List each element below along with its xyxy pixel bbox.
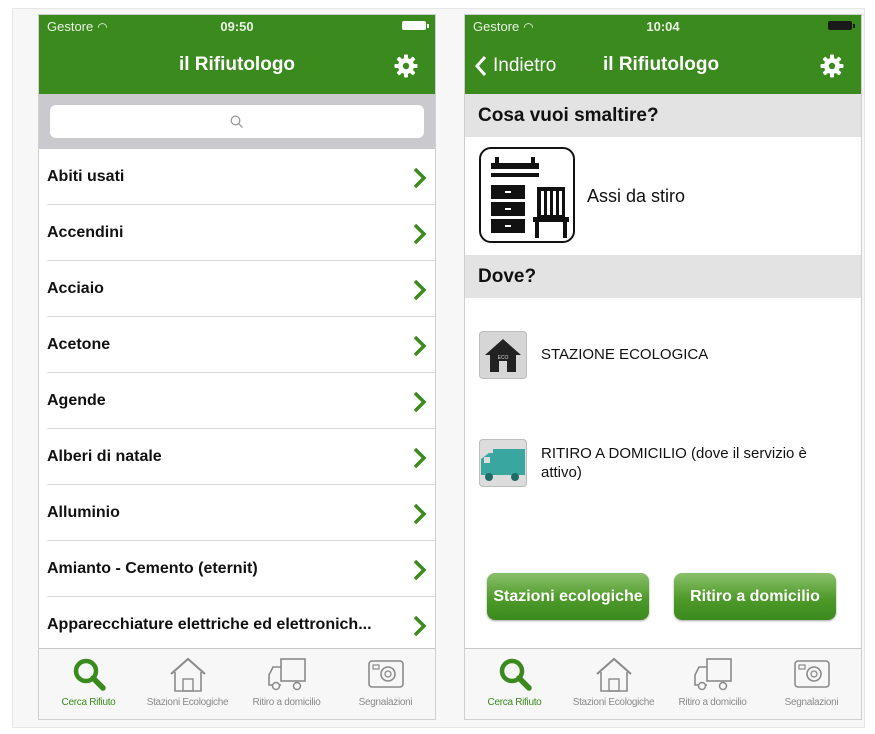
tab-label: Segnalazioni — [358, 697, 413, 708]
list-item[interactable]: Apparecchiature elettriche ed elettronic… — [47, 597, 435, 649]
list-item[interactable]: Alluminio — [47, 485, 435, 541]
waste-list: Abiti usati Accendini Acciaio Acetone Ag… — [39, 149, 435, 649]
pickup-button[interactable]: Ritiro a domicilio — [674, 573, 836, 620]
back-label: Indietro — [493, 55, 557, 76]
tab-ritiro-a-domicilio[interactable]: Ritiro a domicilio — [663, 649, 762, 719]
tab-bar: Cerca Rifiuto Stazioni Ecologiche Ritiro… — [465, 648, 861, 719]
eco-station-icon: ECO — [479, 331, 527, 379]
waste-item-name: Assi da stiro — [587, 186, 686, 206]
list-item[interactable]: Amianto - Cemento (eternit) — [47, 541, 435, 597]
truck-icon — [693, 658, 732, 691]
battery-icon — [828, 21, 855, 30]
list-item-label: Amianto - Cemento (eternit) — [47, 560, 258, 577]
list-item-label: Alluminio — [47, 504, 120, 521]
chevron-left-icon — [475, 56, 487, 76]
gear-icon[interactable] — [394, 54, 418, 78]
furniture-icon — [479, 147, 575, 243]
page-title: il Rifiutologo — [603, 54, 720, 75]
section-header-what: Cosa vuoi smaltire? — [465, 94, 861, 137]
tab-label: Cerca Rifiuto — [487, 697, 542, 708]
page-title: il Rifiutologo — [178, 54, 296, 75]
list-item-label: Apparecchiature elettriche ed elettronic… — [47, 616, 372, 633]
list-item-label: Agende — [47, 392, 106, 409]
list-item-label: Acciaio — [47, 280, 104, 297]
battery-icon — [402, 21, 429, 30]
camera-icon — [793, 660, 830, 688]
tab-segnalazioni[interactable]: Segnalazioni — [762, 649, 861, 719]
tab-stazioni-ecologiche[interactable]: Stazioni Ecologiche — [138, 649, 237, 719]
tab-cerca-rifiuto[interactable]: Cerca Rifiuto — [465, 649, 564, 719]
house-icon — [169, 657, 206, 692]
list-item[interactable]: Abiti usati — [47, 149, 435, 205]
truck-icon — [267, 658, 306, 691]
nav-bar: Indietro il Rifiutologo — [465, 37, 861, 94]
status-time: 09:50 — [220, 19, 254, 34]
list-item[interactable]: Acetone — [47, 317, 435, 373]
chevron-right-icon — [413, 391, 427, 413]
chevron-right-icon — [413, 447, 427, 469]
status-bar: Gestore ◠ 09:50 — [39, 15, 435, 37]
chevron-right-icon — [413, 335, 427, 357]
tab-ritiro-a-domicilio[interactable]: Ritiro a domicilio — [237, 649, 336, 719]
where-option-station[interactable]: ECO STAZIONE ECOLOGICA — [465, 325, 861, 385]
search-bar — [39, 94, 435, 149]
list-item[interactable]: Agende — [47, 373, 435, 429]
where-option-pickup[interactable]: RITIRO A DOMICILIO (dove il servizio è a… — [465, 433, 861, 493]
chevron-right-icon — [413, 615, 427, 637]
tab-label: Cerca Rifiuto — [61, 697, 116, 708]
search-icon — [230, 115, 243, 128]
chevron-right-icon — [413, 559, 427, 581]
nav-bar: il Rifiutologo — [39, 37, 435, 94]
camera-icon — [367, 660, 404, 688]
stations-button[interactable]: Stazioni ecologiche — [487, 573, 649, 620]
list-item[interactable]: Accendini — [47, 205, 435, 261]
tab-label: Ritiro a domicilio — [252, 697, 321, 708]
tab-label: Stazioni Ecologiche — [572, 697, 655, 708]
tab-bar: Cerca Rifiuto Stazioni Ecologiche Ritiro… — [39, 648, 435, 719]
phone-detail-screen: Gestore◠ 10:04 Indietro il Rifiutologo — [465, 15, 861, 719]
search-input[interactable] — [50, 105, 424, 138]
status-time: 10:04 — [646, 19, 680, 34]
truck-icon — [479, 439, 527, 487]
phone-search-screen: Gestore ◠ 09:50 il Rifiutologo Abiti usa… — [39, 15, 435, 719]
status-bar: Gestore ◠ 10:04 — [465, 15, 861, 37]
list-item[interactable]: Acciaio — [47, 261, 435, 317]
tab-label: Segnalazioni — [784, 697, 839, 708]
tab-label: Ritiro a domicilio — [678, 697, 747, 708]
list-item-label: Abiti usati — [47, 168, 125, 185]
where-option-label: STAZIONE ECOLOGICA — [541, 346, 709, 363]
list-item[interactable]: Alberi di natale — [47, 429, 435, 485]
house-icon — [595, 657, 632, 692]
gear-icon[interactable] — [820, 54, 844, 78]
back-button[interactable]: Indietro — [475, 55, 556, 77]
tab-label: Stazioni Ecologiche — [146, 697, 229, 708]
chevron-right-icon — [413, 503, 427, 525]
search-icon — [73, 658, 106, 691]
chevron-right-icon — [413, 279, 427, 301]
list-item-label: Alberi di natale — [47, 448, 162, 465]
section-title: Dove? — [478, 266, 537, 287]
list-item-label: Accendini — [47, 224, 124, 241]
tab-segnalazioni[interactable]: Segnalazioni — [336, 649, 435, 719]
where-option-label: RITIRO A DOMICILIO (dove il servizio è a… — [541, 445, 807, 481]
list-item-label: Acetone — [47, 336, 111, 353]
waste-item-detail: Assi da stiro — [465, 137, 861, 255]
search-icon — [499, 658, 532, 691]
chevron-right-icon — [413, 223, 427, 245]
svg-text:ECO: ECO — [498, 355, 509, 361]
chevron-right-icon — [413, 167, 427, 189]
section-header-where: Dove? — [465, 255, 861, 298]
section-title: Cosa vuoi smaltire? — [478, 105, 659, 126]
tab-cerca-rifiuto[interactable]: Cerca Rifiuto — [39, 649, 138, 719]
tab-stazioni-ecologiche[interactable]: Stazioni Ecologiche — [564, 649, 663, 719]
